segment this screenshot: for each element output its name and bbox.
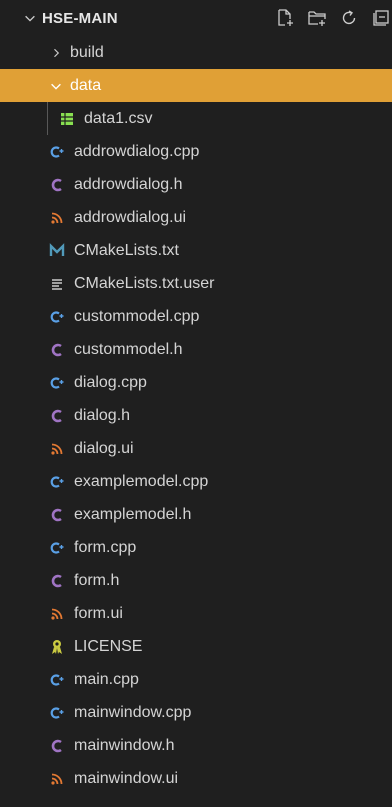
license-file-icon	[48, 639, 66, 655]
file-item[interactable]: mainwindow.h	[0, 729, 392, 762]
folder-build[interactable]: build	[0, 36, 392, 69]
ui-file-icon	[48, 607, 66, 621]
header-file-icon	[48, 342, 66, 358]
header-file-icon	[48, 177, 66, 193]
file-label: custommodel.h	[74, 340, 183, 358]
chevron-right-icon	[48, 45, 64, 61]
chevron-down-icon	[48, 78, 64, 94]
cpp-file-icon	[48, 672, 66, 688]
file-label: CMakeLists.txt	[74, 241, 179, 259]
file-label: examplemodel.h	[74, 505, 192, 523]
workspace-title: HSE-MAIN	[42, 9, 118, 27]
text-file-icon	[48, 277, 66, 291]
file-label: addrowdialog.ui	[74, 208, 187, 226]
header-file-icon	[48, 507, 66, 523]
file-label: data1.csv	[84, 109, 153, 127]
file-item[interactable]: mainwindow.ui	[0, 762, 392, 795]
file-item[interactable]: custommodel.cpp	[0, 300, 392, 333]
file-tree: build data data1.csv addrowdialog.cpp add…	[0, 36, 392, 795]
new-file-icon[interactable]	[274, 7, 296, 29]
header-file-icon	[48, 738, 66, 754]
ui-file-icon	[48, 772, 66, 786]
cpp-file-icon	[48, 705, 66, 721]
file-item[interactable]: CMakeLists.txt	[0, 234, 392, 267]
folder-label: build	[70, 43, 104, 61]
cpp-file-icon	[48, 144, 66, 160]
file-label: mainwindow.h	[74, 736, 175, 754]
explorer-header[interactable]: HSE-MAIN	[0, 0, 392, 36]
file-item[interactable]: examplemodel.h	[0, 498, 392, 531]
file-item[interactable]: dialog.ui	[0, 432, 392, 465]
file-item[interactable]: dialog.cpp	[0, 366, 392, 399]
ui-file-icon	[48, 442, 66, 456]
header-file-icon	[48, 573, 66, 589]
cpp-file-icon	[48, 375, 66, 391]
file-list: addrowdialog.cpp addrowdialog.h addrowdial…	[0, 135, 392, 795]
explorer-actions	[274, 0, 392, 36]
header-file-icon	[48, 408, 66, 424]
folder-label: data	[70, 76, 102, 94]
file-item[interactable]: mainwindow.cpp	[0, 696, 392, 729]
indent-guide	[47, 102, 48, 135]
cpp-file-icon	[48, 474, 66, 490]
collapse-all-icon[interactable]	[370, 7, 392, 29]
ui-file-icon	[48, 211, 66, 225]
folder-data[interactable]: data	[0, 69, 392, 102]
file-item[interactable]: addrowdialog.h	[0, 168, 392, 201]
csv-file-icon	[58, 112, 76, 126]
file-label: addrowdialog.cpp	[74, 142, 200, 160]
file-label: LICENSE	[74, 637, 143, 655]
file-item[interactable]: form.ui	[0, 597, 392, 630]
file-label: custommodel.cpp	[74, 307, 200, 325]
refresh-icon[interactable]	[338, 7, 360, 29]
file-item[interactable]: dialog.h	[0, 399, 392, 432]
file-item[interactable]: addrowdialog.cpp	[0, 135, 392, 168]
file-label: form.ui	[74, 604, 123, 622]
file-item[interactable]: addrowdialog.ui	[0, 201, 392, 234]
file-label: dialog.ui	[74, 439, 134, 457]
file-item[interactable]: LICENSE	[0, 630, 392, 663]
file-label: addrowdialog.h	[74, 175, 183, 193]
file-data1-csv[interactable]: data1.csv	[0, 102, 392, 135]
chevron-down-icon	[22, 10, 38, 26]
file-label: CMakeLists.txt.user	[74, 274, 215, 292]
cmake-file-icon	[48, 242, 66, 259]
file-label: mainwindow.ui	[74, 769, 179, 787]
file-label: dialog.h	[74, 406, 131, 424]
cpp-file-icon	[48, 309, 66, 325]
file-item[interactable]: custommodel.h	[0, 333, 392, 366]
file-explorer: HSE-MAIN build data data1.csv addrowdial…	[0, 0, 392, 807]
file-label: form.h	[74, 571, 120, 589]
file-item[interactable]: examplemodel.cpp	[0, 465, 392, 498]
file-label: main.cpp	[74, 670, 139, 688]
file-label: form.cpp	[74, 538, 137, 556]
file-item[interactable]: form.h	[0, 564, 392, 597]
file-item[interactable]: form.cpp	[0, 531, 392, 564]
file-label: dialog.cpp	[74, 373, 147, 391]
cpp-file-icon	[48, 540, 66, 556]
file-label: examplemodel.cpp	[74, 472, 209, 490]
file-item[interactable]: CMakeLists.txt.user	[0, 267, 392, 300]
file-item[interactable]: main.cpp	[0, 663, 392, 696]
new-folder-icon[interactable]	[306, 7, 328, 29]
file-label: mainwindow.cpp	[74, 703, 192, 721]
